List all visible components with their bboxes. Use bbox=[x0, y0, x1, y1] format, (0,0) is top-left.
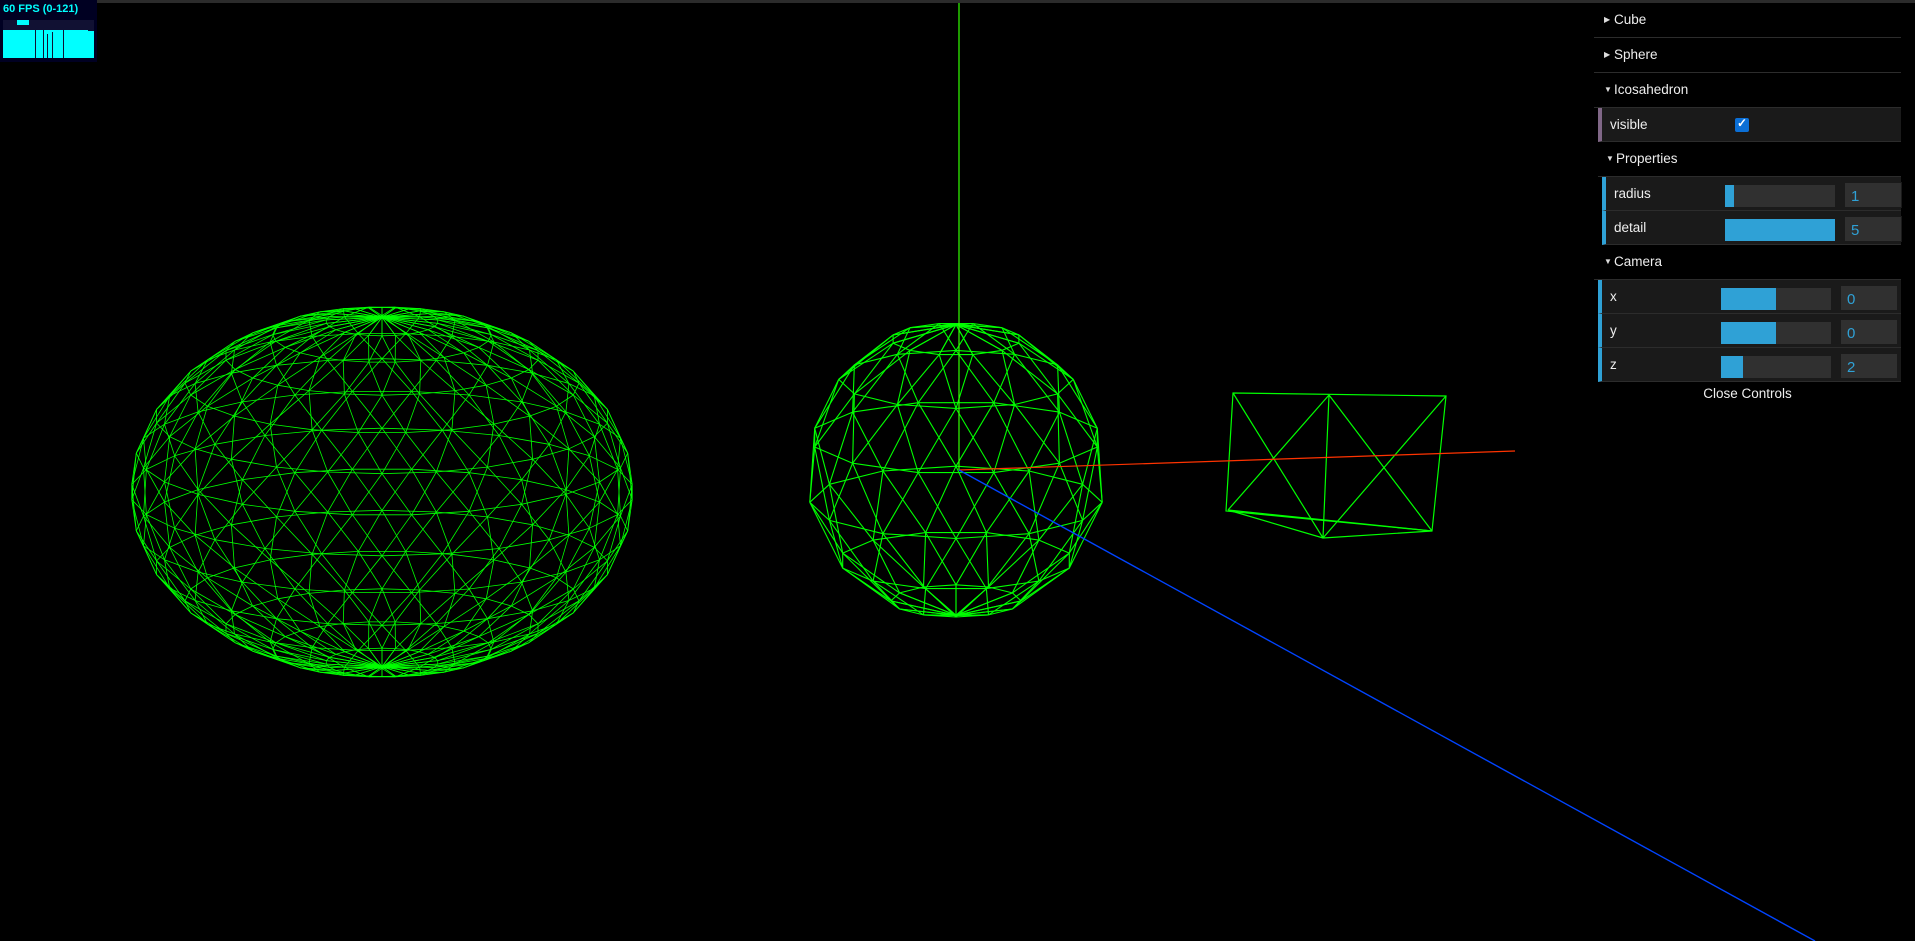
camera-z-row: z 2 bbox=[1598, 348, 1901, 382]
camera-x-row: x 0 bbox=[1598, 280, 1901, 314]
folder-camera-title: Camera bbox=[1614, 254, 1663, 269]
cube-wireframe bbox=[1225, 392, 1447, 539]
icosahedron-folder-body: visible ✓ ▼ Properties radius 1 detail 5 bbox=[1594, 108, 1902, 245]
folder-cube[interactable]: ▶ Cube bbox=[1594, 3, 1901, 38]
folder-properties[interactable]: ▼ Properties bbox=[1598, 142, 1901, 177]
properties-folder-body: radius 1 detail 5 bbox=[1598, 177, 1902, 245]
camera-y-label: y bbox=[1610, 323, 1617, 338]
camera-x-label: x bbox=[1610, 289, 1617, 304]
caret-down-icon: ▼ bbox=[1604, 257, 1612, 266]
camera-y-input[interactable]: 0 bbox=[1840, 319, 1898, 345]
folder-cube-title: Cube bbox=[1614, 12, 1647, 27]
caret-down-icon: ▼ bbox=[1606, 154, 1614, 163]
camera-z-label: z bbox=[1610, 357, 1617, 372]
folder-properties-title: Properties bbox=[1616, 151, 1678, 166]
close-controls-button[interactable]: Close Controls bbox=[1594, 382, 1901, 406]
camera-z-slider[interactable] bbox=[1721, 356, 1831, 378]
caret-right-icon: ▶ bbox=[1604, 50, 1611, 59]
camera-x-input[interactable]: 0 bbox=[1840, 285, 1898, 311]
folder-camera[interactable]: ▼ Camera bbox=[1594, 245, 1901, 280]
visible-row: visible ✓ bbox=[1598, 108, 1901, 142]
camera-z-input[interactable]: 2 bbox=[1840, 353, 1898, 379]
detail-row: detail 5 bbox=[1602, 211, 1902, 245]
radius-input[interactable]: 1 bbox=[1844, 182, 1902, 208]
detail-input[interactable]: 5 bbox=[1844, 216, 1902, 242]
folder-icosahedron-title: Icosahedron bbox=[1614, 82, 1689, 97]
controls-panel: ▶ Cube ▶ Sphere ▼ Icosahedron visible ✓ … bbox=[1594, 3, 1902, 406]
camera-y-slider[interactable] bbox=[1721, 322, 1831, 344]
axis-x bbox=[958, 450, 1516, 471]
detail-label: detail bbox=[1614, 220, 1647, 235]
folder-icosahedron[interactable]: ▼ Icosahedron bbox=[1594, 73, 1901, 108]
detail-slider[interactable] bbox=[1725, 219, 1835, 241]
fps-graph bbox=[3, 20, 94, 58]
icosahedron-wireframe bbox=[131, 306, 633, 678]
axis-z bbox=[958, 469, 1816, 941]
caret-right-icon: ▶ bbox=[1604, 15, 1611, 24]
camera-y-row: y 0 bbox=[1598, 314, 1901, 348]
sphere-wireframe bbox=[809, 322, 1103, 618]
folder-sphere-title: Sphere bbox=[1614, 47, 1658, 62]
visible-label: visible bbox=[1610, 117, 1648, 132]
radius-slider[interactable] bbox=[1725, 185, 1835, 207]
camera-x-slider[interactable] bbox=[1721, 288, 1831, 310]
folder-sphere[interactable]: ▶ Sphere bbox=[1594, 38, 1901, 73]
fps-stats-panel[interactable]: 60 FPS (0-121) bbox=[0, 0, 97, 62]
check-icon: ✓ bbox=[1737, 116, 1748, 130]
fps-text: 60 FPS (0-121) bbox=[3, 3, 79, 15]
caret-down-icon: ▼ bbox=[1604, 85, 1612, 94]
camera-folder-body: x 0 y 0 z 2 bbox=[1594, 280, 1901, 382]
radius-label: radius bbox=[1614, 186, 1651, 201]
radius-row: radius 1 bbox=[1602, 177, 1902, 211]
visible-checkbox[interactable]: ✓ bbox=[1735, 116, 1749, 132]
